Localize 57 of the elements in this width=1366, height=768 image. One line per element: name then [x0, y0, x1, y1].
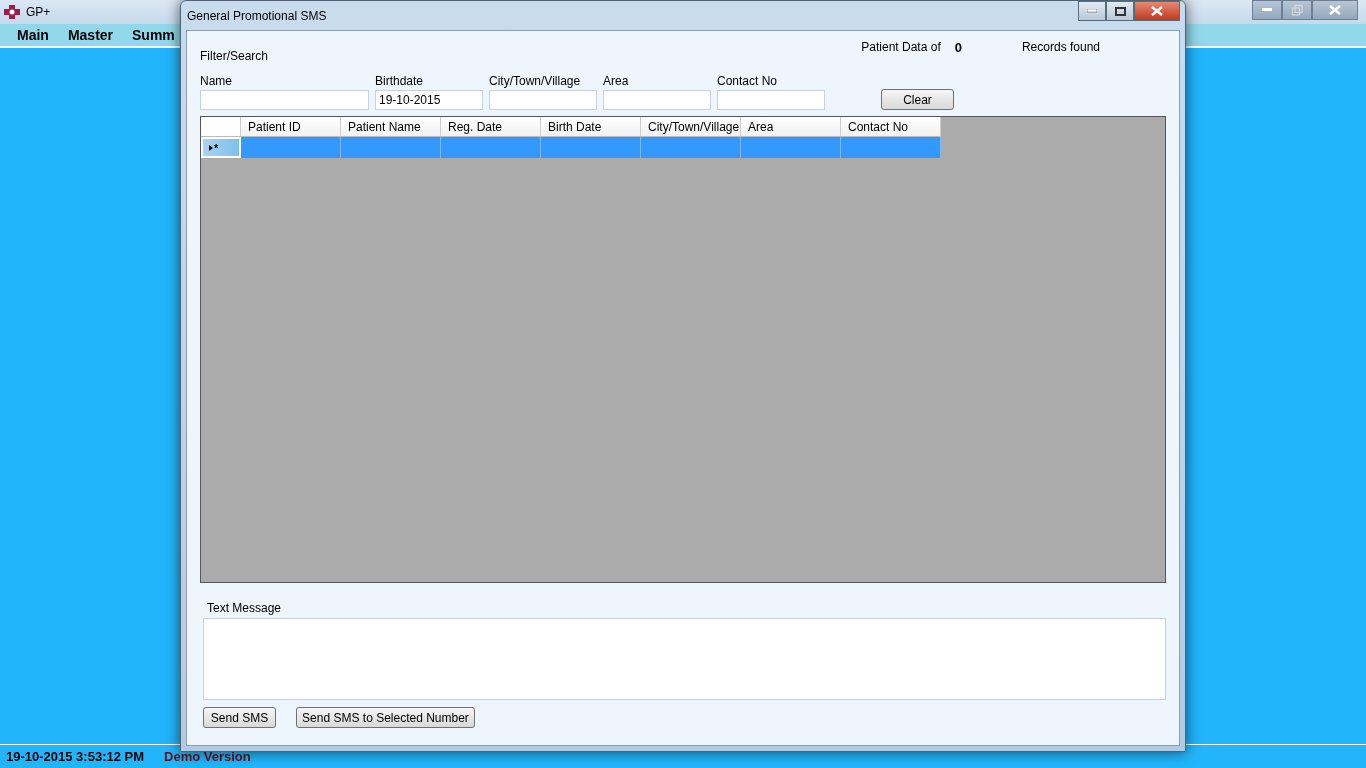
app-title: GP+ [26, 5, 51, 19]
text-message-field[interactable] [203, 618, 1166, 700]
menu-item[interactable]: Summ [132, 27, 175, 43]
column-header[interactable]: Reg. Date [441, 117, 541, 137]
column-header[interactable]: Contact No [841, 117, 941, 137]
table-cell[interactable] [841, 137, 941, 158]
status-datetime: 19-10-2015 3:53:12 PM [6, 749, 145, 764]
column-header[interactable]: Patient ID [241, 117, 341, 137]
minimize-button[interactable] [1078, 1, 1106, 21]
field-label: Contact No [717, 74, 779, 88]
menu-item[interactable]: Master [67, 27, 114, 43]
maximize-icon [1114, 6, 1126, 16]
close-button[interactable] [1134, 1, 1180, 21]
records-prefix: Patient Data of [861, 40, 941, 54]
restore-button[interactable] [1282, 0, 1312, 20]
column-header[interactable]: Patient Name [341, 117, 441, 137]
status-edition: Demo Version [164, 749, 251, 764]
input-field[interactable] [717, 90, 825, 110]
input-field[interactable] [200, 90, 369, 110]
menu-item[interactable]: Main [17, 27, 49, 43]
table-cell[interactable] [441, 137, 541, 158]
send-button[interactable]: Send SMS [203, 707, 276, 728]
table-cell[interactable] [741, 137, 841, 158]
maximize-button[interactable] [1106, 1, 1134, 21]
cross-logo-icon [4, 5, 20, 19]
table-cell[interactable] [241, 137, 341, 158]
column-header[interactable]: City/Town/Village [641, 117, 741, 137]
field-label: Birthdate [375, 74, 425, 88]
column-header[interactable]: Birth Date [541, 117, 641, 137]
field-label: City/Town/Village [489, 74, 582, 88]
grid-corner-header [201, 117, 241, 137]
text-message-label: Text Message [207, 601, 283, 615]
dialog-title: General Promotional SMS [187, 9, 327, 23]
table-cell[interactable] [341, 137, 441, 158]
minimize-button[interactable] [1252, 0, 1282, 20]
input-field[interactable]: 19-10-2015 [375, 90, 483, 110]
table-cell[interactable] [641, 137, 741, 158]
restore-icon [1291, 4, 1303, 16]
table-cell[interactable] [541, 137, 641, 158]
new-row-marker: * [214, 141, 219, 154]
minimize-icon [1262, 8, 1272, 12]
current-row-icon [209, 144, 213, 151]
input-field[interactable] [489, 90, 597, 110]
close-icon [1151, 6, 1163, 16]
close-button[interactable] [1312, 0, 1358, 20]
records-count: 0 [954, 40, 962, 55]
filter-label: Filter/Search [200, 49, 269, 65]
clear-button[interactable]: Clear [881, 89, 954, 110]
row-header[interactable]: * [201, 137, 241, 158]
records-suffix: Records found [1021, 40, 1100, 54]
field-label: Name [200, 74, 233, 88]
field-label: Area [603, 74, 630, 88]
close-icon [1329, 5, 1341, 15]
send-button[interactable]: Send SMS to Selected Number [296, 707, 475, 728]
input-field[interactable] [603, 90, 711, 110]
column-header[interactable]: Area [741, 117, 841, 137]
minimize-icon [1087, 9, 1097, 13]
